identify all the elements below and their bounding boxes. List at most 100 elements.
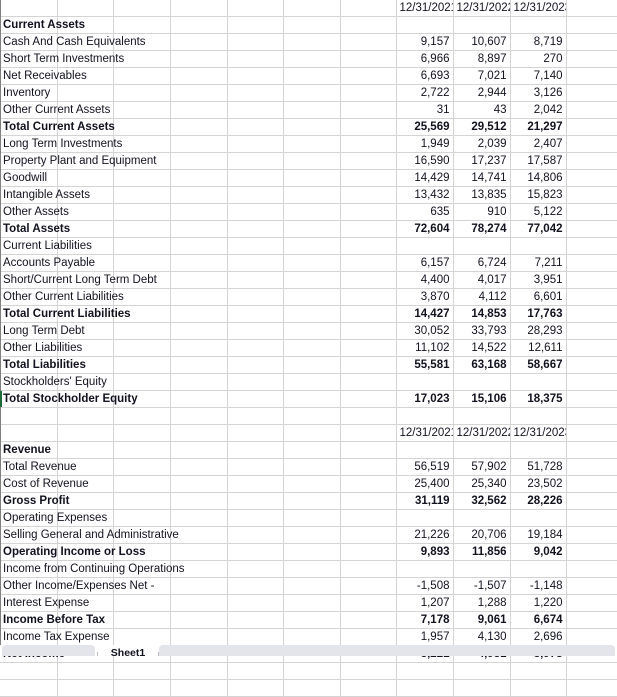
empty-cell[interactable] xyxy=(566,560,617,578)
value-cell[interactable]: 20,706 xyxy=(453,526,511,544)
value-cell[interactable]: 51,728 xyxy=(510,458,567,476)
empty-cell[interactable] xyxy=(340,135,397,153)
empty-cell[interactable] xyxy=(340,67,397,85)
value-cell[interactable]: 4,400 xyxy=(396,271,454,289)
empty-cell[interactable] xyxy=(170,16,228,34)
empty-cell[interactable] xyxy=(113,16,171,34)
empty-cell[interactable] xyxy=(566,271,617,289)
empty-cell[interactable] xyxy=(57,662,114,680)
empty-cell[interactable] xyxy=(566,475,617,493)
empty-cell[interactable] xyxy=(340,458,397,476)
empty-cell[interactable] xyxy=(340,220,397,238)
value-cell[interactable]: 6,966 xyxy=(396,50,454,68)
empty-cell[interactable] xyxy=(170,237,228,255)
value-cell[interactable]: 2,407 xyxy=(510,135,567,153)
empty-cell[interactable] xyxy=(227,0,284,17)
row-label-cell[interactable]: Property Plant and Equipment xyxy=(0,152,156,170)
empty-cell[interactable] xyxy=(227,67,284,85)
empty-cell[interactable] xyxy=(340,50,397,68)
value-cell[interactable]: 2,039 xyxy=(453,135,511,153)
empty-cell[interactable] xyxy=(227,135,284,153)
empty-cell[interactable] xyxy=(283,50,341,68)
empty-cell[interactable] xyxy=(57,424,114,442)
income-statement-row[interactable]: Income from Continuing Operations xyxy=(0,560,617,578)
empty-cell[interactable] xyxy=(566,169,617,187)
empty-cell[interactable] xyxy=(227,237,284,255)
empty-cell[interactable] xyxy=(170,186,228,204)
row-label-cell[interactable]: Operating Expenses xyxy=(0,509,107,527)
income-statement-row[interactable]: Revenue xyxy=(0,441,617,459)
empty-cell[interactable] xyxy=(227,339,284,357)
empty-cell[interactable] xyxy=(113,424,171,442)
value-cell[interactable]: 8,897 xyxy=(453,50,511,68)
date-column-header[interactable]: 12/31/2023 xyxy=(510,424,567,442)
empty-cell[interactable] xyxy=(340,560,397,578)
empty-cell[interactable] xyxy=(227,152,284,170)
empty-cell[interactable] xyxy=(113,594,171,612)
empty-cell[interactable] xyxy=(113,220,171,238)
value-cell[interactable] xyxy=(510,373,567,391)
value-cell[interactable]: 28,293 xyxy=(510,322,567,340)
empty-cell[interactable] xyxy=(0,0,58,17)
empty-cell[interactable] xyxy=(170,33,228,51)
empty-cell[interactable] xyxy=(283,305,341,323)
empty-cell[interactable] xyxy=(566,0,617,17)
empty-cell[interactable] xyxy=(283,339,341,357)
value-cell[interactable]: -1,507 xyxy=(453,577,511,595)
empty-cell[interactable] xyxy=(227,84,284,102)
value-cell[interactable]: 7,140 xyxy=(510,67,567,85)
empty-cell[interactable] xyxy=(170,101,228,119)
empty-cell[interactable] xyxy=(227,662,284,680)
worksheet-grid[interactable]: 12/31/2021 12/31/2022 12/31/2023 Current As… xyxy=(0,0,617,697)
blank-row[interactable] xyxy=(0,662,617,680)
empty-cell[interactable] xyxy=(340,509,397,527)
value-cell[interactable]: 6,693 xyxy=(396,67,454,85)
empty-cell[interactable] xyxy=(340,305,397,323)
empty-cell[interactable] xyxy=(566,118,617,136)
value-cell[interactable]: 32,562 xyxy=(453,492,511,510)
empty-cell[interactable] xyxy=(113,101,171,119)
balance-sheet-row[interactable]: Accounts Payable 6,157 6,724 7,211 xyxy=(0,254,617,272)
empty-cell[interactable] xyxy=(113,169,171,187)
balance-sheet-row[interactable]: Total Liabilities 55,581 63,168 58,667 xyxy=(0,356,617,374)
empty-cell[interactable] xyxy=(227,288,284,306)
row-label-cell[interactable]: Net Receivables xyxy=(0,67,87,85)
empty-cell[interactable] xyxy=(340,237,397,255)
empty-cell[interactable] xyxy=(227,594,284,612)
empty-cell[interactable] xyxy=(170,305,228,323)
empty-cell[interactable] xyxy=(57,407,114,425)
empty-cell[interactable] xyxy=(170,475,228,493)
empty-cell[interactable] xyxy=(113,441,171,459)
empty-cell[interactable] xyxy=(227,407,284,425)
value-cell[interactable] xyxy=(396,662,454,680)
empty-cell[interactable] xyxy=(340,526,397,544)
value-cell[interactable]: 33,793 xyxy=(453,322,511,340)
value-cell[interactable]: 1,220 xyxy=(510,594,567,612)
balance-sheet-row[interactable]: Long Term Investments 1,949 2,039 2,407 xyxy=(0,135,617,153)
income-statement-row[interactable]: Other Income/Expenses Net - -1,508 -1,507-… xyxy=(0,577,617,595)
spreadsheet-canvas[interactable]: 12/31/2021 12/31/2022 12/31/2023 Current As… xyxy=(0,0,617,697)
empty-cell[interactable] xyxy=(283,152,341,170)
empty-cell[interactable] xyxy=(566,135,617,153)
balance-sheet-row[interactable]: Goodwill 14,429 14,741 14,806 xyxy=(0,169,617,187)
value-cell[interactable]: 25,400 xyxy=(396,475,454,493)
empty-cell[interactable] xyxy=(340,16,397,34)
row-label-cell[interactable]: Goodwill xyxy=(0,169,58,187)
value-cell[interactable]: 15,106 xyxy=(453,390,511,408)
row-label-cell[interactable]: Total Current Assets xyxy=(0,118,115,136)
empty-cell[interactable] xyxy=(283,441,341,459)
empty-cell[interactable] xyxy=(283,237,341,255)
row-label-cell[interactable]: Total Stockholder Equity xyxy=(0,390,138,408)
row-label-cell[interactable]: Long Term Investments xyxy=(0,135,122,153)
sheet-tab-area-right[interactable] xyxy=(159,645,615,656)
empty-cell[interactable] xyxy=(227,526,284,544)
empty-cell[interactable] xyxy=(283,594,341,612)
value-cell[interactable] xyxy=(510,679,567,697)
value-cell[interactable] xyxy=(396,237,454,255)
empty-cell[interactable] xyxy=(566,33,617,51)
row-label-cell[interactable]: Long Term Debt xyxy=(0,322,85,340)
value-cell[interactable]: 12,611 xyxy=(510,339,567,357)
value-cell[interactable] xyxy=(396,679,454,697)
value-cell[interactable] xyxy=(510,441,567,459)
empty-cell[interactable] xyxy=(566,611,617,629)
